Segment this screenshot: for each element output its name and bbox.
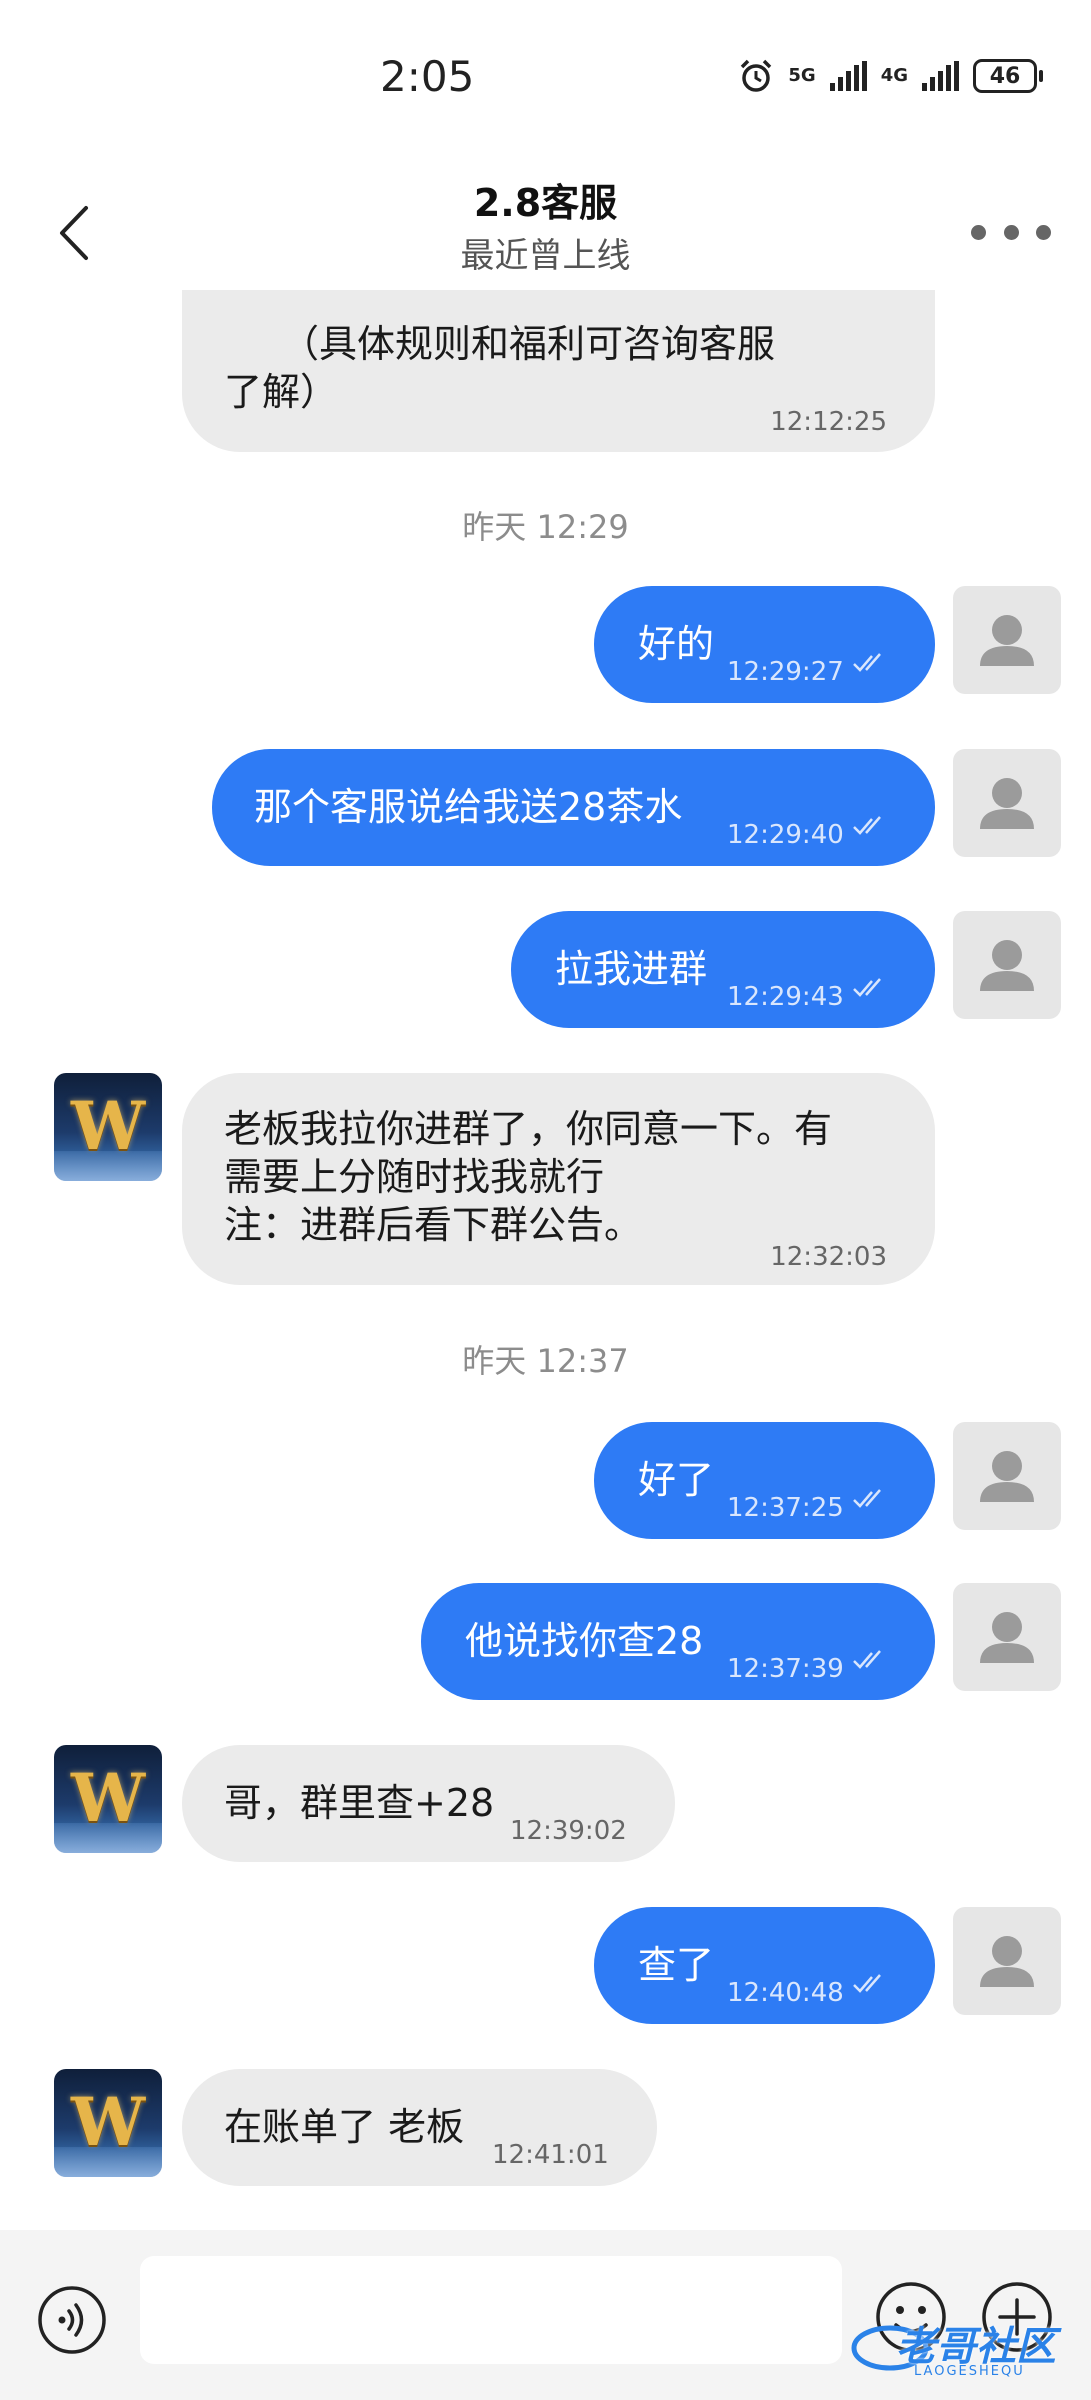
message-text: 他说找你查28 bbox=[465, 1619, 704, 1663]
date-separator: 昨天 12:37 bbox=[462, 1342, 629, 1380]
watermark-logo: 老哥社区 LAOGESHEQU bbox=[850, 2310, 1080, 2390]
incoming-message[interactable]: 在账单了 老板 12:41:01 bbox=[182, 2069, 657, 2186]
read-receipt-icon bbox=[853, 816, 881, 835]
my-avatar[interactable] bbox=[953, 1583, 1061, 1691]
dot-icon bbox=[971, 224, 986, 240]
alarm-icon bbox=[741, 59, 772, 92]
my-avatar[interactable] bbox=[953, 749, 1061, 857]
my-avatar[interactable] bbox=[953, 586, 1061, 694]
signal-icon-1 bbox=[829, 61, 867, 91]
input-bar: 老哥社区 LAOGESHEQU bbox=[0, 2230, 1091, 2400]
message-text-line: 注：进群后看下群公告。 bbox=[224, 1203, 643, 1247]
read-receipt-icon bbox=[853, 1974, 881, 1993]
dot-icon bbox=[1003, 224, 1019, 240]
message-time: 12:37:25 bbox=[727, 1493, 844, 1523]
message-text: 哥，群里查+28 bbox=[224, 1781, 495, 1825]
message-time: 12:37:39 bbox=[727, 1654, 844, 1684]
dot-icon bbox=[1036, 224, 1051, 240]
message-text: 在账单了 老板 bbox=[224, 2105, 465, 2149]
chat-status: 最近曾上线 bbox=[460, 236, 631, 276]
read-receipt-icon bbox=[853, 1489, 881, 1508]
read-receipt-icon bbox=[853, 1650, 881, 1669]
message-text: 好的 bbox=[638, 622, 715, 666]
outgoing-message[interactable]: 查了 12:40:48 bbox=[594, 1907, 935, 2024]
message-text-line: 老板我拉你进群了，你同意一下。有 bbox=[224, 1107, 833, 1151]
outgoing-message[interactable]: 他说找你查28 12:37:39 bbox=[421, 1583, 935, 1700]
message-time: 12:39:02 bbox=[510, 1816, 627, 1846]
read-receipt-icon bbox=[853, 653, 881, 672]
message-text-line: （具体规则和福利可咨询客服 bbox=[224, 322, 776, 366]
user-placeholder-icon bbox=[980, 1451, 1034, 1502]
battery-icon: 46 bbox=[973, 59, 1043, 93]
message-text: 拉我进群 bbox=[555, 947, 708, 991]
watermark-subtext: LAOGESHEQU bbox=[914, 2364, 1025, 2379]
message-time: 12:29:43 bbox=[727, 982, 844, 1012]
outgoing-message[interactable]: 好的 12:29:27 bbox=[594, 586, 935, 703]
message-time: 12:12:25 bbox=[770, 407, 887, 437]
my-avatar[interactable] bbox=[953, 1907, 1061, 2015]
status-bar: 2:05 5G 4G 46 bbox=[0, 0, 1091, 160]
date-separator: 昨天 12:29 bbox=[462, 508, 629, 546]
chat-header: 2.8客服 最近曾上线 bbox=[0, 160, 1091, 310]
contact-avatar[interactable]: W bbox=[54, 1073, 162, 1181]
outgoing-message[interactable]: 拉我进群 12:29:43 bbox=[511, 911, 935, 1028]
message-text: 那个客服说给我送28茶水 bbox=[254, 785, 683, 829]
message-time: 12:32:03 bbox=[770, 1242, 887, 1272]
signal-icon-2 bbox=[922, 61, 959, 91]
more-options-button[interactable] bbox=[971, 212, 1051, 252]
network-type-1: 5G bbox=[788, 65, 816, 86]
status-time: 2:05 bbox=[380, 52, 475, 101]
user-placeholder-icon bbox=[980, 778, 1034, 829]
network-type-2: 4G bbox=[880, 65, 908, 86]
user-placeholder-icon bbox=[980, 940, 1034, 991]
message-text-line: 需要上分随时找我就行 bbox=[224, 1155, 605, 1199]
message-input[interactable] bbox=[140, 2256, 842, 2364]
message-time: 12:29:27 bbox=[727, 657, 844, 687]
message-time: 12:29:40 bbox=[727, 820, 844, 850]
message-text: 好了 bbox=[638, 1458, 715, 1502]
incoming-message[interactable]: （具体规则和福利可咨询客服 了解） 12:12:25 bbox=[182, 290, 935, 452]
user-placeholder-icon bbox=[980, 615, 1034, 666]
my-avatar[interactable] bbox=[953, 1422, 1061, 1530]
message-time: 12:41:01 bbox=[492, 2140, 609, 2170]
incoming-message[interactable]: 老板我拉你进群了，你同意一下。有 需要上分随时找我就行 注：进群后看下群公告。 … bbox=[182, 1073, 935, 1285]
user-placeholder-icon bbox=[980, 1612, 1034, 1663]
contact-avatar[interactable]: W bbox=[54, 1745, 162, 1853]
read-receipt-icon bbox=[853, 978, 881, 997]
voice-input-icon[interactable] bbox=[36, 2284, 108, 2356]
my-avatar[interactable] bbox=[953, 911, 1061, 1019]
battery-level: 46 bbox=[973, 59, 1037, 93]
message-text-line: 了解） bbox=[224, 370, 339, 414]
status-icons: 5G 4G 46 bbox=[738, 58, 1043, 94]
incoming-message[interactable]: 哥，群里查+28 12:39:02 bbox=[182, 1745, 675, 1862]
chat-title: 2.8客服 bbox=[473, 181, 618, 225]
message-text: 查了 bbox=[638, 1943, 715, 1987]
outgoing-message[interactable]: 好了 12:37:25 bbox=[594, 1422, 935, 1539]
user-placeholder-icon bbox=[980, 1936, 1034, 1987]
contact-avatar[interactable]: W bbox=[54, 2069, 162, 2177]
message-time: 12:40:48 bbox=[727, 1978, 844, 2008]
outgoing-message[interactable]: 那个客服说给我送28茶水 12:29:40 bbox=[212, 749, 935, 866]
